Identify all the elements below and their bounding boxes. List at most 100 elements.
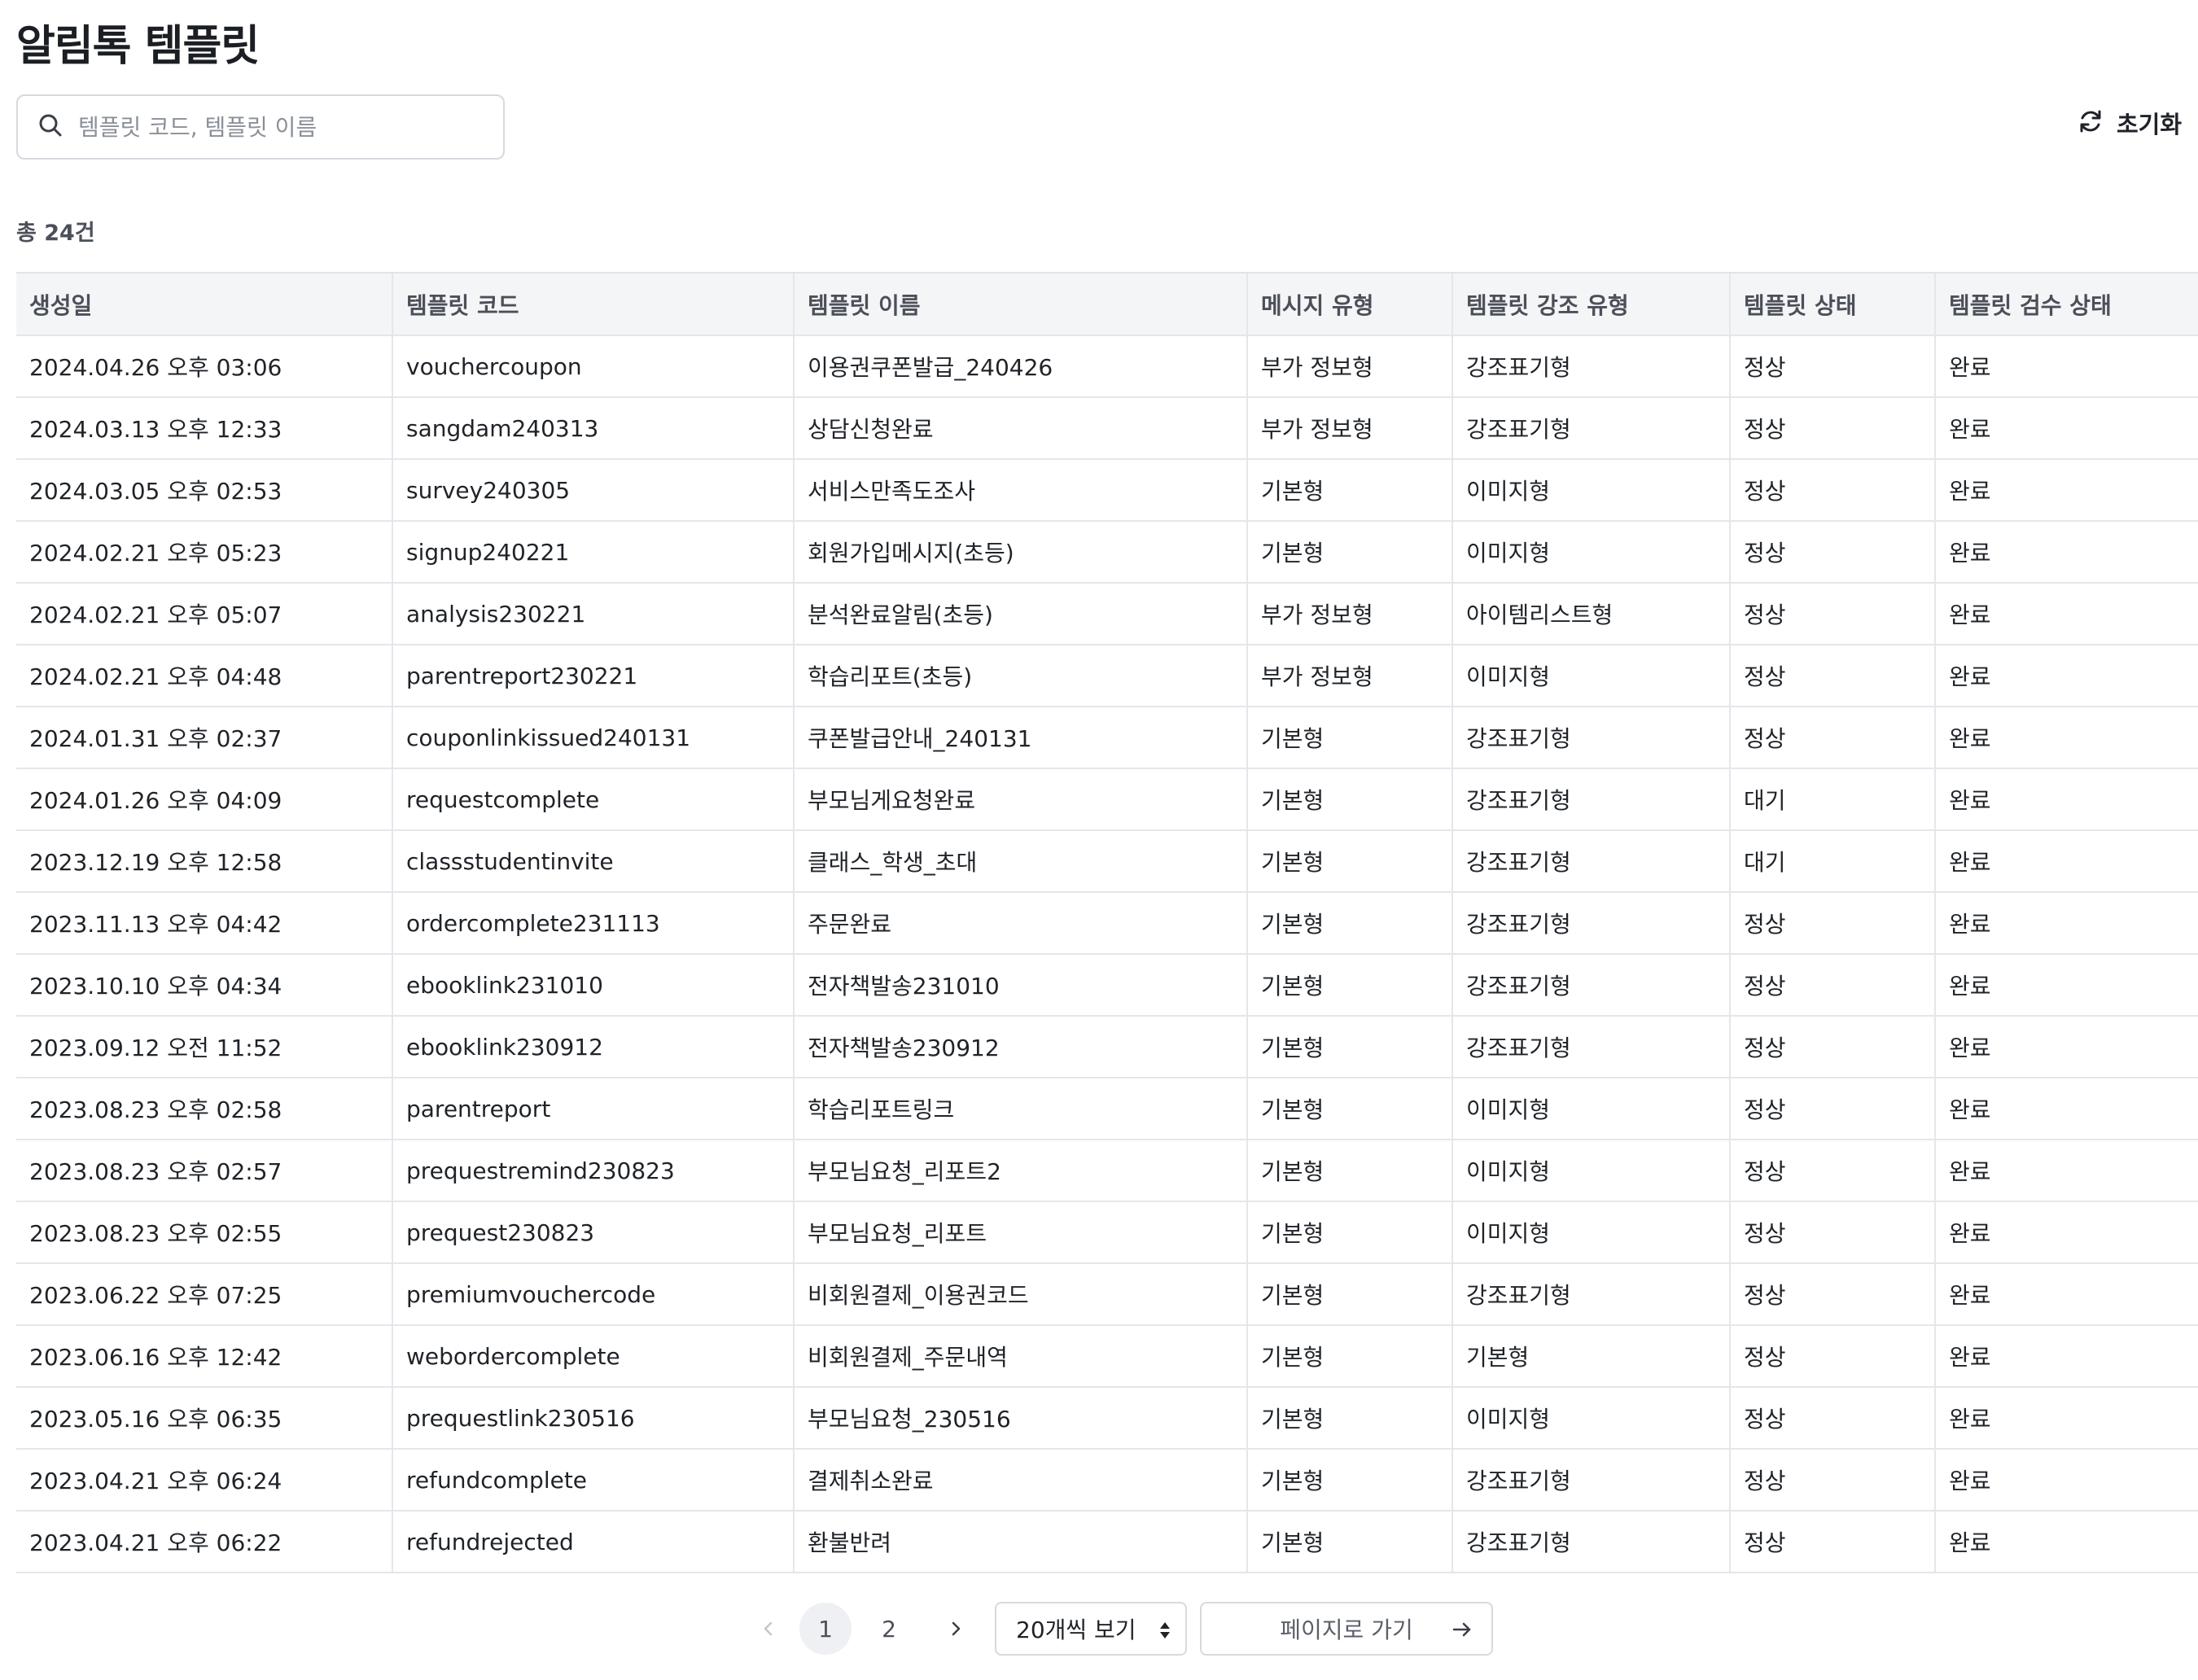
- table-cell: 서비스만족도조사: [794, 459, 1248, 522]
- table-row[interactable]: 2023.09.12 오전 11:52 ebooklink230912 전자책발송2…: [16, 1016, 2198, 1078]
- table-cell: 부가 정보형: [1247, 335, 1453, 398]
- table-cell: 기본형: [1247, 1263, 1453, 1326]
- reset-button[interactable]: 초기화: [2078, 103, 2182, 143]
- table-row[interactable]: 2023.05.16 오후 06:35 prequestlink230516 부모님…: [16, 1387, 2198, 1450]
- table-row[interactable]: 2024.02.21 오후 05:07 analysis230221 분석완료알림(…: [16, 583, 2198, 645]
- table-cell: 강조표기형: [1452, 397, 1731, 460]
- table-cell: 강조표기형: [1452, 1016, 1731, 1078]
- table-cell: 완료: [1935, 1078, 2198, 1140]
- table-cell: 기본형: [1247, 892, 1453, 955]
- table-cell: 비회원결제_주문내역: [794, 1325, 1248, 1388]
- page-size-select[interactable]: 20개씩 보기: [995, 1602, 1187, 1656]
- search-input[interactable]: [78, 113, 469, 141]
- table-cell: 기본형: [1247, 707, 1453, 769]
- table-cell: 정상: [1730, 459, 1936, 522]
- table-cell: 부가 정보형: [1247, 645, 1453, 707]
- table-row[interactable]: 2024.04.26 오후 03:06 vouchercoupon 이용권쿠폰발급_…: [16, 335, 2198, 398]
- table-cell: ebooklink231010: [392, 954, 795, 1017]
- chevron-right-icon: [952, 1621, 961, 1636]
- chevron-left-icon: [764, 1621, 773, 1636]
- table-cell: 완료: [1935, 1263, 2198, 1326]
- table-cell: 강조표기형: [1452, 1449, 1731, 1512]
- table-cell: 비회원결제_이용권코드: [794, 1263, 1248, 1326]
- table-row[interactable]: 2023.12.19 오후 12:58 classstudentinvite 클래스…: [16, 830, 2198, 893]
- page-title: 알림톡 템플릿: [16, 22, 260, 71]
- table-cell: requestcomplete: [392, 768, 795, 831]
- table-cell: 환불반려: [794, 1511, 1248, 1573]
- table-row[interactable]: 2023.08.23 오후 02:58 parentreport 학습리포트링크 기본…: [16, 1078, 2198, 1140]
- table-cell: webordercomplete: [392, 1325, 795, 1388]
- table-cell: 2024.01.26 오후 04:09: [16, 768, 393, 831]
- table-cell: 정상: [1730, 335, 1936, 398]
- table-cell: 강조표기형: [1452, 892, 1731, 955]
- table-cell: 회원가입메시지(초등): [794, 521, 1248, 584]
- table-cell: 완료: [1935, 830, 2198, 893]
- table-cell: 전자책발송231010: [794, 954, 1248, 1017]
- arrow-right-icon[interactable]: [1451, 1618, 1473, 1641]
- table-row[interactable]: 2024.01.31 오후 02:37 couponlinkissued24013…: [16, 707, 2198, 769]
- table-row[interactable]: 2023.11.13 오후 04:42 ordercomplete231113 주문…: [16, 892, 2198, 955]
- table-cell: 정상: [1730, 1201, 1936, 1264]
- table-cell: 정상: [1730, 397, 1936, 460]
- table-cell: 2023.10.10 오후 04:34: [16, 954, 393, 1017]
- table-cell: 완료: [1935, 1449, 2198, 1512]
- table-row[interactable]: 2024.03.13 오후 12:33 sangdam240313 상담신청완료 부가…: [16, 397, 2198, 460]
- table-row[interactable]: 2023.04.21 오후 06:22 refundrejected 환불반려 기본형…: [16, 1511, 2198, 1573]
- table-cell: 기본형: [1247, 1387, 1453, 1450]
- table-cell: 완료: [1935, 768, 2198, 831]
- table-cell: 완료: [1935, 1325, 2198, 1388]
- next-page-button[interactable]: [933, 1602, 979, 1656]
- table-cell: 부모님요청_리포트: [794, 1201, 1248, 1264]
- table-cell: 부모님게요청완료: [794, 768, 1248, 831]
- table-row[interactable]: 2023.10.10 오후 04:34 ebooklink231010 전자책발송2…: [16, 954, 2198, 1017]
- table-cell: 클래스_학생_초대: [794, 830, 1248, 893]
- table-cell: 강조표기형: [1452, 830, 1731, 893]
- table-cell: 2023.08.23 오후 02:55: [16, 1201, 393, 1264]
- column-header: 템플릿 이름: [794, 273, 1248, 336]
- table-cell: 이용권쿠폰발급_240426: [794, 335, 1248, 398]
- table-cell: analysis230221: [392, 583, 795, 645]
- table-cell: 기본형: [1247, 459, 1453, 522]
- table-cell: 2024.01.31 오후 02:37: [16, 707, 393, 769]
- table-cell: prequestremind230823: [392, 1140, 795, 1202]
- table-row[interactable]: 2024.02.21 오후 05:23 signup240221 회원가입메시지(초…: [16, 521, 2198, 584]
- table-row[interactable]: 2023.06.22 오후 07:25 premiumvouchercode 비회원…: [16, 1263, 2198, 1326]
- page-button-1[interactable]: 1: [799, 1603, 852, 1655]
- table-cell: 정상: [1730, 1387, 1936, 1450]
- table-cell: 기본형: [1247, 1201, 1453, 1264]
- table-cell: 2024.02.21 오후 05:07: [16, 583, 393, 645]
- prev-page-button[interactable]: [746, 1602, 791, 1656]
- table-cell: 기본형: [1247, 1140, 1453, 1202]
- table-header-row: 생성일 템플릿 코드 템플릿 이름 메시지 유형 템플릿 강조 유형 템플릿 상태 템플릿 …: [16, 273, 2198, 336]
- table-cell: 완료: [1935, 892, 2198, 955]
- table-cell: ordercomplete231113: [392, 892, 795, 955]
- table-cell: 정상: [1730, 1511, 1936, 1573]
- table-cell: 아이템리스트형: [1452, 583, 1731, 645]
- table-cell: 강조표기형: [1452, 768, 1731, 831]
- table-cell: 기본형: [1247, 1016, 1453, 1078]
- table-row[interactable]: 2024.01.26 오후 04:09 requestcomplete 부모님게요청…: [16, 768, 2198, 831]
- table-cell: survey240305: [392, 459, 795, 522]
- goto-page-input[interactable]: 페이지로 가기: [1200, 1602, 1493, 1656]
- table-cell: 기본형: [1247, 1325, 1453, 1388]
- table-cell: 이미지형: [1452, 521, 1731, 584]
- table-cell: 2024.03.13 오후 12:33: [16, 397, 393, 460]
- column-header: 템플릿 강조 유형: [1452, 273, 1731, 336]
- table-cell: 대기: [1730, 830, 1936, 893]
- search-box[interactable]: [16, 94, 505, 160]
- table-row[interactable]: 2023.04.21 오후 06:24 refundcomplete 결제취소완료 기…: [16, 1449, 2198, 1512]
- table-cell: 기본형: [1247, 768, 1453, 831]
- table-cell: 2023.04.21 오후 06:24: [16, 1449, 393, 1512]
- table-cell: classstudentinvite: [392, 830, 795, 893]
- table-row[interactable]: 2023.06.16 오후 12:42 webordercomplete 비회원결제…: [16, 1325, 2198, 1388]
- table-cell: 2024.02.21 오후 05:23: [16, 521, 393, 584]
- column-header: 템플릿 검수 상태: [1935, 273, 2198, 336]
- table-cell: 강조표기형: [1452, 707, 1731, 769]
- table-row[interactable]: 2024.03.05 오후 02:53 survey240305 서비스만족도조사 기…: [16, 459, 2198, 522]
- page-button-2[interactable]: 2: [863, 1603, 915, 1655]
- table-cell: 이미지형: [1452, 1140, 1731, 1202]
- table-row[interactable]: 2024.02.21 오후 04:48 parentreport230221 학습리…: [16, 645, 2198, 707]
- table-row[interactable]: 2023.08.23 오후 02:55 prequest230823 부모님요청_리…: [16, 1201, 2198, 1264]
- table-row[interactable]: 2023.08.23 오후 02:57 prequestremind230823 부…: [16, 1140, 2198, 1202]
- table-cell: 완료: [1935, 583, 2198, 645]
